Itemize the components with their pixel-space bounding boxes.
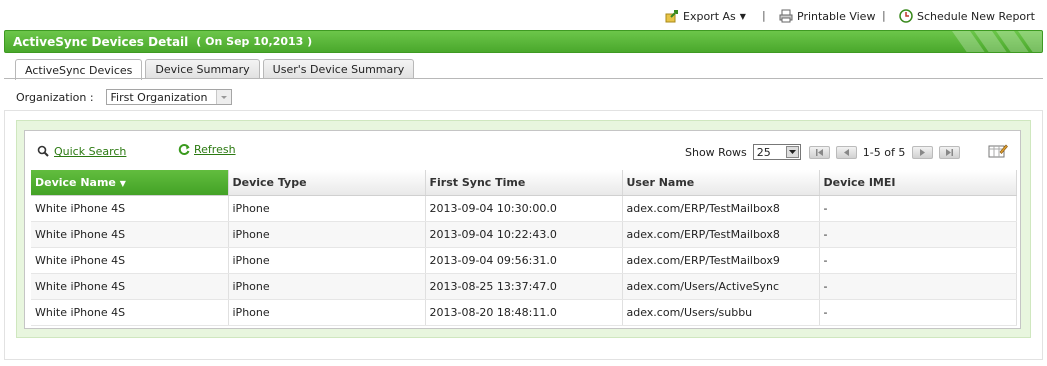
tab-device-summary[interactable]: Device Summary: [145, 59, 260, 79]
quick-search-label: Quick Search: [54, 145, 127, 158]
cell-first-sync-time: 2013-08-20 18:48:11.0: [425, 299, 623, 326]
cell-device-name: White iPhone 4S: [31, 273, 229, 300]
column-label: Device Type: [232, 175, 307, 189]
chevron-down-icon: [215, 90, 231, 104]
table-row[interactable]: White iPhone 4S iPhone 2013-08-25 13:37:…: [31, 273, 1017, 300]
edit-columns-button[interactable]: [988, 143, 1008, 161]
cell-first-sync-time: 2013-09-04 10:30:00.0: [425, 195, 623, 222]
printable-view-label: Printable View: [797, 9, 876, 23]
cell-device-imei: -: [819, 221, 1017, 248]
cell-first-sync-time: 2013-08-25 13:37:47.0: [425, 273, 623, 300]
cell-device-imei: -: [819, 195, 1017, 222]
cell-device-type: iPhone: [228, 299, 426, 326]
export-icon: [665, 10, 678, 23]
tab-users-device-summary[interactable]: User's Device Summary: [262, 59, 415, 79]
schedule-new-report-label: Schedule New Report: [917, 9, 1035, 23]
table-row[interactable]: White iPhone 4S iPhone 2013-09-04 10:22:…: [31, 221, 1017, 248]
next-page-icon: [920, 148, 926, 156]
tab-divider: [4, 78, 1043, 79]
report-header: ActiveSync Devices Detail ( On Sep 10,20…: [4, 30, 1043, 53]
page-info: 1-5 of 5: [862, 145, 906, 159]
first-page-button[interactable]: [808, 145, 830, 159]
last-page-button[interactable]: [939, 145, 961, 159]
column-header-first-sync-time[interactable]: First Sync Time: [425, 170, 623, 196]
column-header-device-name[interactable]: Device Name ▼: [31, 170, 229, 196]
cell-device-imei: -: [819, 299, 1017, 326]
schedule-clock-icon: [899, 9, 913, 23]
cell-device-type: iPhone: [228, 247, 426, 274]
organization-label: Organization :: [16, 90, 94, 104]
cell-device-type: iPhone: [228, 221, 426, 248]
cell-user-name: adex.com/ERP/TestMailbox8: [622, 195, 820, 222]
prev-page-icon: [843, 148, 849, 156]
printable-view-button[interactable]: Printable View: [779, 9, 875, 23]
quick-search-link[interactable]: Quick Search: [37, 145, 126, 158]
column-label: Device Name: [35, 175, 116, 189]
cell-user-name: adex.com/ERP/TestMailbox8: [622, 221, 820, 248]
printer-icon: [779, 9, 793, 23]
schedule-new-report-button[interactable]: Schedule New Report: [899, 9, 1035, 23]
tab-label: User's Device Summary: [272, 63, 405, 76]
chevron-down-icon: [785, 146, 799, 158]
refresh-icon: [178, 144, 190, 155]
next-page-button[interactable]: [912, 145, 934, 159]
last-page-icon: [946, 148, 954, 156]
table-row[interactable]: White iPhone 4S iPhone 2013-08-20 18:48:…: [31, 299, 1017, 326]
cell-device-type: iPhone: [228, 273, 426, 300]
cell-first-sync-time: 2013-09-04 10:22:43.0: [425, 221, 623, 248]
top-action-bar: Export As ▼ | Printable View | Schedule …: [0, 0, 1047, 30]
search-icon: [37, 145, 49, 157]
edit-columns-icon: [988, 144, 1008, 158]
report-grid: Quick Search Refresh Show Rows 25 1-5 of…: [24, 130, 1021, 329]
devices-table: Device Name ▼ Device Type First Sync Tim…: [31, 170, 1017, 326]
table-row[interactable]: White iPhone 4S iPhone 2013-09-04 09:56:…: [31, 247, 1017, 274]
page-title: ActiveSync Devices Detail: [13, 34, 189, 49]
cell-device-name: White iPhone 4S: [31, 221, 229, 248]
cell-device-name: White iPhone 4S: [31, 195, 229, 222]
refresh-label: Refresh: [194, 143, 236, 156]
tab-label: Device Summary: [155, 63, 250, 76]
show-rows-label: Show Rows: [685, 145, 747, 159]
show-rows-select[interactable]: 25: [752, 144, 801, 160]
export-as-button[interactable]: Export As ▼: [665, 9, 746, 23]
column-header-device-imei[interactable]: Device IMEI: [819, 170, 1017, 196]
organization-value: First Organization: [110, 90, 208, 104]
show-rows-value: 25: [756, 145, 771, 159]
cell-device-imei: -: [819, 273, 1017, 300]
cell-user-name: adex.com/Users/ActiveSync: [622, 273, 820, 300]
cell-user-name: adex.com/Users/subbu: [622, 299, 820, 326]
header-decoration: [952, 31, 1042, 52]
grid-toolbar: Quick Search Refresh Show Rows 25 1-5 of…: [25, 131, 1020, 169]
report-tabs: ActiveSync Devices Device Summary User's…: [15, 59, 417, 80]
organization-select[interactable]: First Organization: [105, 89, 232, 105]
tab-activesync-devices[interactable]: ActiveSync Devices: [15, 59, 143, 80]
column-header-device-type[interactable]: Device Type: [228, 170, 426, 196]
table-row[interactable]: White iPhone 4S iPhone 2013-09-04 10:30:…: [31, 195, 1017, 222]
sort-desc-icon: ▼: [119, 178, 126, 188]
cell-device-type: iPhone: [228, 195, 426, 222]
pagination: Show Rows 25 1-5 of 5: [685, 144, 966, 160]
column-header-user-name[interactable]: User Name: [622, 170, 820, 196]
cell-device-name: White iPhone 4S: [31, 299, 229, 326]
column-label: Device IMEI: [823, 175, 896, 189]
separator: |: [882, 9, 886, 22]
export-as-label: Export As: [683, 9, 736, 23]
cell-first-sync-time: 2013-09-04 09:56:31.0: [425, 247, 623, 274]
column-label: User Name: [626, 175, 695, 189]
first-page-icon: [815, 148, 823, 156]
table-header-row: Device Name ▼ Device Type First Sync Tim…: [31, 170, 1017, 196]
chevron-down-icon: ▼: [739, 11, 746, 21]
tab-label: ActiveSync Devices: [25, 63, 133, 77]
separator: |: [762, 9, 766, 22]
prev-page-button[interactable]: [835, 145, 857, 159]
refresh-link[interactable]: Refresh: [178, 143, 236, 156]
cell-device-imei: -: [819, 247, 1017, 274]
report-date: ( On Sep 10,2013 ): [196, 35, 313, 48]
cell-device-name: White iPhone 4S: [31, 247, 229, 274]
cell-user-name: adex.com/ERP/TestMailbox9: [622, 247, 820, 274]
column-label: First Sync Time: [429, 175, 526, 189]
organization-filter: Organization : First Organization: [16, 89, 232, 105]
